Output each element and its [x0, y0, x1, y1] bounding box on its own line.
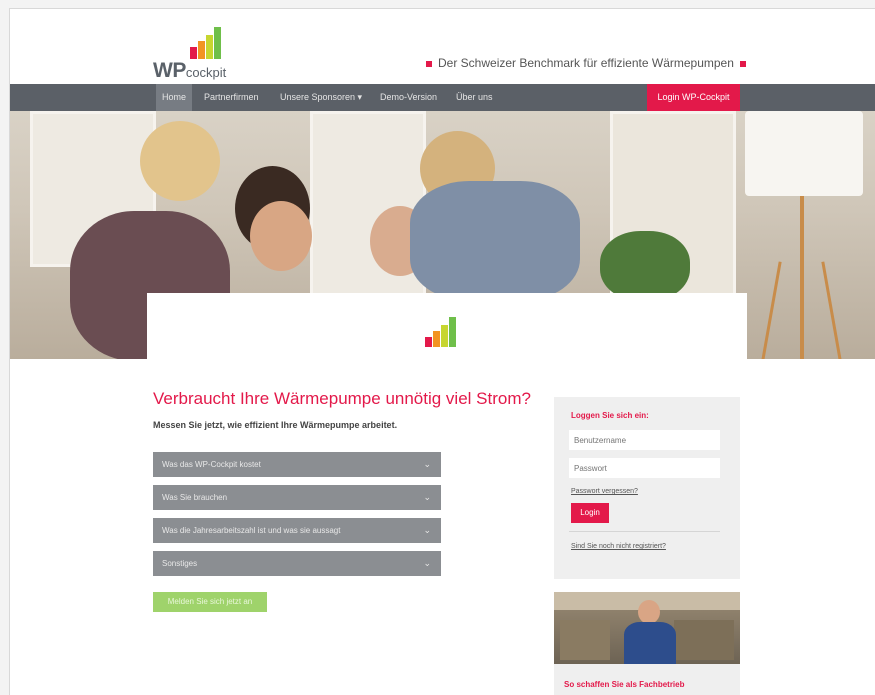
username-input[interactable]: [569, 430, 720, 450]
chevron-down-icon: ⌄: [423, 459, 431, 469]
hero-image: [10, 111, 875, 359]
forgot-password-link[interactable]: Passwort vergessen?: [571, 488, 638, 495]
register-cta-button[interactable]: Melden Sie sich jetzt an: [153, 592, 267, 612]
divider: [569, 531, 720, 532]
logo-wordmark: WPcockpit: [153, 59, 227, 82]
bullet-square-icon: [739, 60, 746, 67]
accordion-label: Was die Jahresarbeitszahl ist und was si…: [162, 526, 341, 535]
accordion-label: Sonstiges: [162, 559, 198, 568]
accordion-item[interactable]: Was die Jahresarbeitszahl ist und was si…: [153, 518, 441, 543]
accordion-item[interactable]: Was Sie brauchen ⌄: [153, 485, 441, 510]
login-button[interactable]: Login: [571, 503, 609, 523]
logo-bars-icon: [425, 315, 465, 347]
promo-title: So schaffen Sie als Fachbetrieb: [564, 680, 685, 689]
password-input[interactable]: [569, 458, 720, 478]
bullet-square-icon: [426, 60, 432, 67]
login-wpcockpit-button[interactable]: Login WP-Cockpit: [647, 84, 740, 111]
page-headline: Verbraucht Ihre Wärmepumpe unnötig viel …: [153, 389, 531, 408]
hero-card: [147, 293, 747, 359]
main-navbar: Home Partnerfirmen Unsere Sponsoren ▾ De…: [10, 84, 875, 111]
nav-item-ueber-uns[interactable]: Über uns: [450, 84, 499, 111]
chevron-down-icon: ⌄: [423, 492, 431, 502]
promo-image[interactable]: [554, 592, 740, 664]
login-panel: Loggen Sie sich ein: Passwort vergessen?…: [554, 397, 740, 579]
login-title: Loggen Sie sich ein:: [571, 411, 649, 420]
accordion-item[interactable]: Was das WP-Cockpit kostet ⌄: [153, 452, 441, 477]
accordion-label: Was Sie brauchen: [162, 493, 228, 502]
nav-item-sponsoren[interactable]: Unsere Sponsoren ▾: [274, 84, 368, 111]
nav-item-home[interactable]: Home: [156, 84, 193, 111]
page: WPcockpit Der Schweizer Benchmark für ef…: [9, 8, 875, 695]
promo-caption: So schaffen Sie als Fachbetrieb: [554, 664, 740, 695]
chevron-down-icon: ⌄: [423, 558, 431, 568]
chevron-down-icon: ⌄: [423, 525, 431, 535]
page-subheadline: Messen Sie jetzt, wie effizient Ihre Wär…: [153, 420, 398, 430]
nav-item-partnerfirmen[interactable]: Partnerfirmen: [198, 84, 265, 111]
wpcockpit-logo[interactable]: WPcockpit: [153, 27, 263, 82]
logo-bars-icon: [190, 27, 230, 59]
accordion-label: Was das WP-Cockpit kostet: [162, 460, 261, 469]
register-link[interactable]: Sind Sie noch nicht registriert?: [571, 543, 666, 550]
site-tagline: Der Schweizer Benchmark für effiziente W…: [420, 56, 752, 70]
accordion-item[interactable]: Sonstiges ⌄: [153, 551, 441, 576]
nav-item-demo[interactable]: Demo-Version: [374, 84, 443, 111]
